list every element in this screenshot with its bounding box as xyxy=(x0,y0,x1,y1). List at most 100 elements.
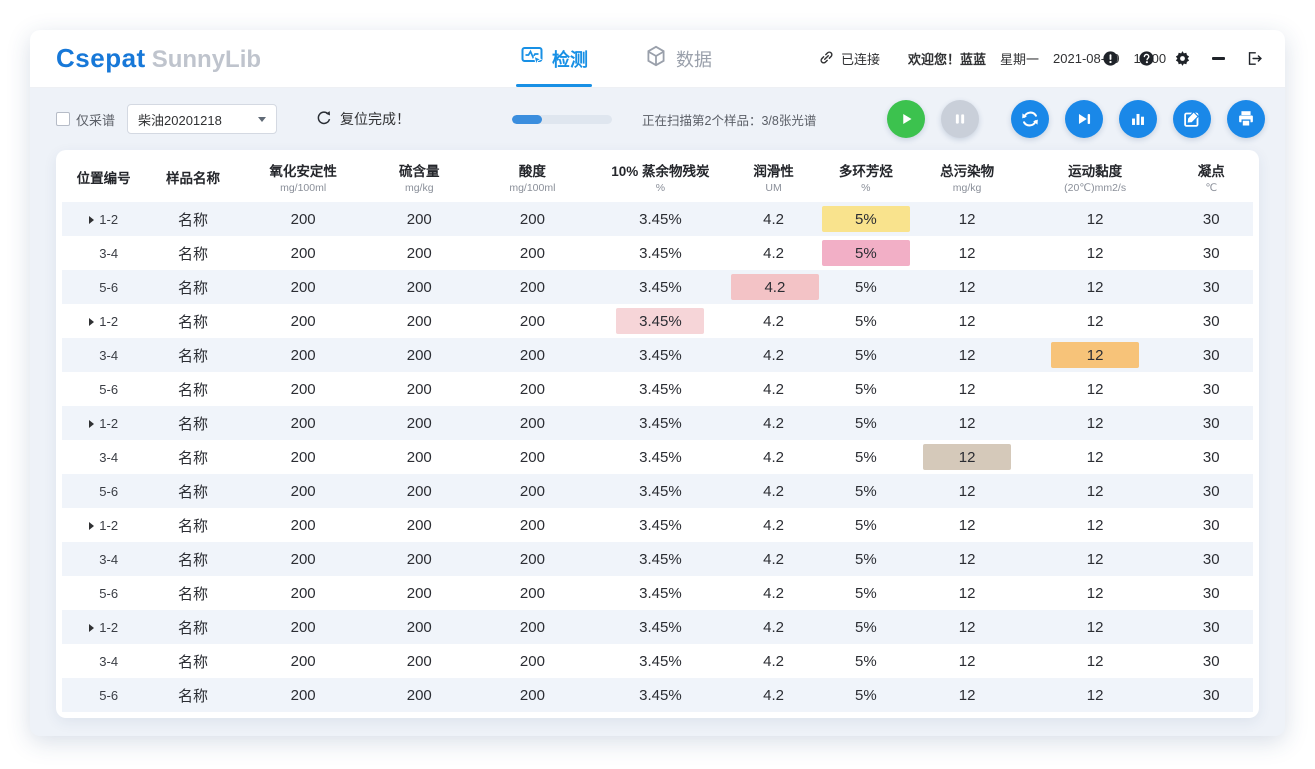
cell: 200 xyxy=(473,610,592,644)
start-button[interactable] xyxy=(887,100,925,138)
settings-icon[interactable] xyxy=(1173,50,1191,68)
cell: 3.45% xyxy=(592,236,729,270)
cell-position: 1-2 xyxy=(62,406,145,440)
scan-progress-bar xyxy=(512,115,612,124)
cell: 200 xyxy=(241,270,366,304)
collect-only-option: 仅采谱 xyxy=(56,110,115,129)
table-row[interactable]: 1-2名称2002002003.45%4.25%121230 xyxy=(62,610,1253,644)
table-row[interactable]: 3-4名称2002002003.45%4.25%121230 xyxy=(62,440,1253,474)
cell: 12 xyxy=(1021,236,1170,270)
table-row[interactable]: 3-4名称2002002003.45%4.25%121230 xyxy=(62,338,1253,372)
expand-arrow-icon[interactable] xyxy=(89,624,94,632)
cell: 200 xyxy=(241,644,366,678)
detection-monitor-icon xyxy=(520,44,544,73)
cell: 30 xyxy=(1170,610,1253,644)
cell: 4.2 xyxy=(729,610,818,644)
highlighted-cell-value: 4.2 xyxy=(731,274,819,300)
expand-arrow-icon[interactable] xyxy=(89,420,94,428)
table-row[interactable]: 5-6名称2002002003.45%4.25%121230 xyxy=(62,678,1253,712)
cell: 12 xyxy=(913,304,1020,338)
expand-arrow-icon[interactable] xyxy=(89,522,94,530)
table-row[interactable]: 1-2名称2002002003.45%4.25%121230 xyxy=(62,202,1253,236)
cell: 200 xyxy=(473,236,592,270)
rescan-button[interactable] xyxy=(1011,100,1049,138)
cell: 30 xyxy=(1170,678,1253,712)
table-row[interactable]: 3-4名称2002002003.45%4.25%121230 xyxy=(62,644,1253,678)
highlighted-cell-value: 5% xyxy=(822,240,910,266)
cell: 5% xyxy=(818,270,913,304)
sample-select[interactable]: 柴油20201218 xyxy=(127,104,277,134)
table-row[interactable]: 1-2名称2002002003.45%4.25%121230 xyxy=(62,304,1253,338)
data-hexagon-icon xyxy=(644,44,668,73)
cell: 200 xyxy=(473,440,592,474)
cell: 4.2 xyxy=(729,406,818,440)
results-table: 位置编号样品名称氧化安定性mg/100ml硫含量mg/kg酸度mg/100ml1… xyxy=(62,152,1253,712)
cell: 4.2 xyxy=(729,644,818,678)
table-row[interactable]: 3-4名称2002002003.45%4.25%121230 xyxy=(62,236,1253,270)
tab-detection-label: 检测 xyxy=(552,46,588,72)
cell: 200 xyxy=(473,542,592,576)
cell: 30 xyxy=(1170,304,1253,338)
edit-button[interactable] xyxy=(1173,100,1211,138)
cell: 12 xyxy=(1021,644,1170,678)
cell: 5% xyxy=(818,610,913,644)
table-row[interactable]: 5-6名称2002002003.45%4.25%121230 xyxy=(62,270,1253,304)
cell: 12 xyxy=(913,610,1020,644)
cell: 200 xyxy=(366,304,473,338)
cell: 4.2 xyxy=(729,372,818,406)
column-header: 位置编号 xyxy=(62,152,145,202)
cell-position: 5-6 xyxy=(62,270,145,304)
cell: 200 xyxy=(241,202,366,236)
expand-arrow-icon[interactable] xyxy=(89,216,94,224)
cell: 12 xyxy=(1021,576,1170,610)
column-header: 氧化安定性mg/100ml xyxy=(241,152,366,202)
cell: 200 xyxy=(473,678,592,712)
cell-position: 5-6 xyxy=(62,576,145,610)
collect-only-checkbox[interactable] xyxy=(56,112,70,126)
tab-detection[interactable]: 检测 xyxy=(520,30,588,87)
table-row[interactable]: 5-6名称2002002003.45%4.25%121230 xyxy=(62,372,1253,406)
column-header: 总污染物mg/kg xyxy=(913,152,1020,202)
cell: 12 xyxy=(913,406,1020,440)
tab-data[interactable]: 数据 xyxy=(644,30,712,87)
cell: 30 xyxy=(1170,644,1253,678)
exit-icon[interactable] xyxy=(1245,50,1263,68)
scan-status-text: 正在扫描第2个样品：3/8张光谱 xyxy=(642,110,816,129)
cell: 200 xyxy=(366,270,473,304)
minimize-icon[interactable] xyxy=(1209,50,1227,68)
pause-button[interactable] xyxy=(941,100,979,138)
cell-position: 5-6 xyxy=(62,678,145,712)
cell: 12 xyxy=(913,372,1020,406)
cell: 200 xyxy=(366,610,473,644)
reset-icon[interactable] xyxy=(315,109,333,130)
cell: 200 xyxy=(241,236,366,270)
cell: 12 xyxy=(913,338,1020,372)
expand-arrow-icon[interactable] xyxy=(89,318,94,326)
column-header: 酸度mg/100ml xyxy=(473,152,592,202)
cell: 3.45% xyxy=(592,508,729,542)
cell: 12 xyxy=(1021,678,1170,712)
table-row[interactable]: 1-2名称2002002003.45%4.25%121230 xyxy=(62,406,1253,440)
print-button[interactable] xyxy=(1227,100,1265,138)
table-row[interactable]: 5-6名称2002002003.45%4.25%121230 xyxy=(62,576,1253,610)
chart-button[interactable] xyxy=(1119,100,1157,138)
cell: 12 xyxy=(913,644,1020,678)
table-row[interactable]: 3-4名称2002002003.45%4.25%121230 xyxy=(62,542,1253,576)
cell: 12 xyxy=(1021,202,1170,236)
next-button[interactable] xyxy=(1065,100,1103,138)
cell: 12 xyxy=(1021,406,1170,440)
table-row[interactable]: 5-6名称2002002003.45%4.25%121230 xyxy=(62,474,1253,508)
info-icon[interactable] xyxy=(1101,50,1119,68)
cell: 3.45% xyxy=(592,202,729,236)
tab-data-label: 数据 xyxy=(676,46,712,72)
cell: 5% xyxy=(818,678,913,712)
cell: 5% xyxy=(818,576,913,610)
cell: 200 xyxy=(366,406,473,440)
cell: 200 xyxy=(366,372,473,406)
cell: 200 xyxy=(241,406,366,440)
cell: 30 xyxy=(1170,508,1253,542)
help-icon[interactable] xyxy=(1137,50,1155,68)
chevron-down-icon xyxy=(258,117,266,122)
table-row[interactable]: 1-2名称2002002003.45%4.25%121230 xyxy=(62,508,1253,542)
cell: 30 xyxy=(1170,270,1253,304)
